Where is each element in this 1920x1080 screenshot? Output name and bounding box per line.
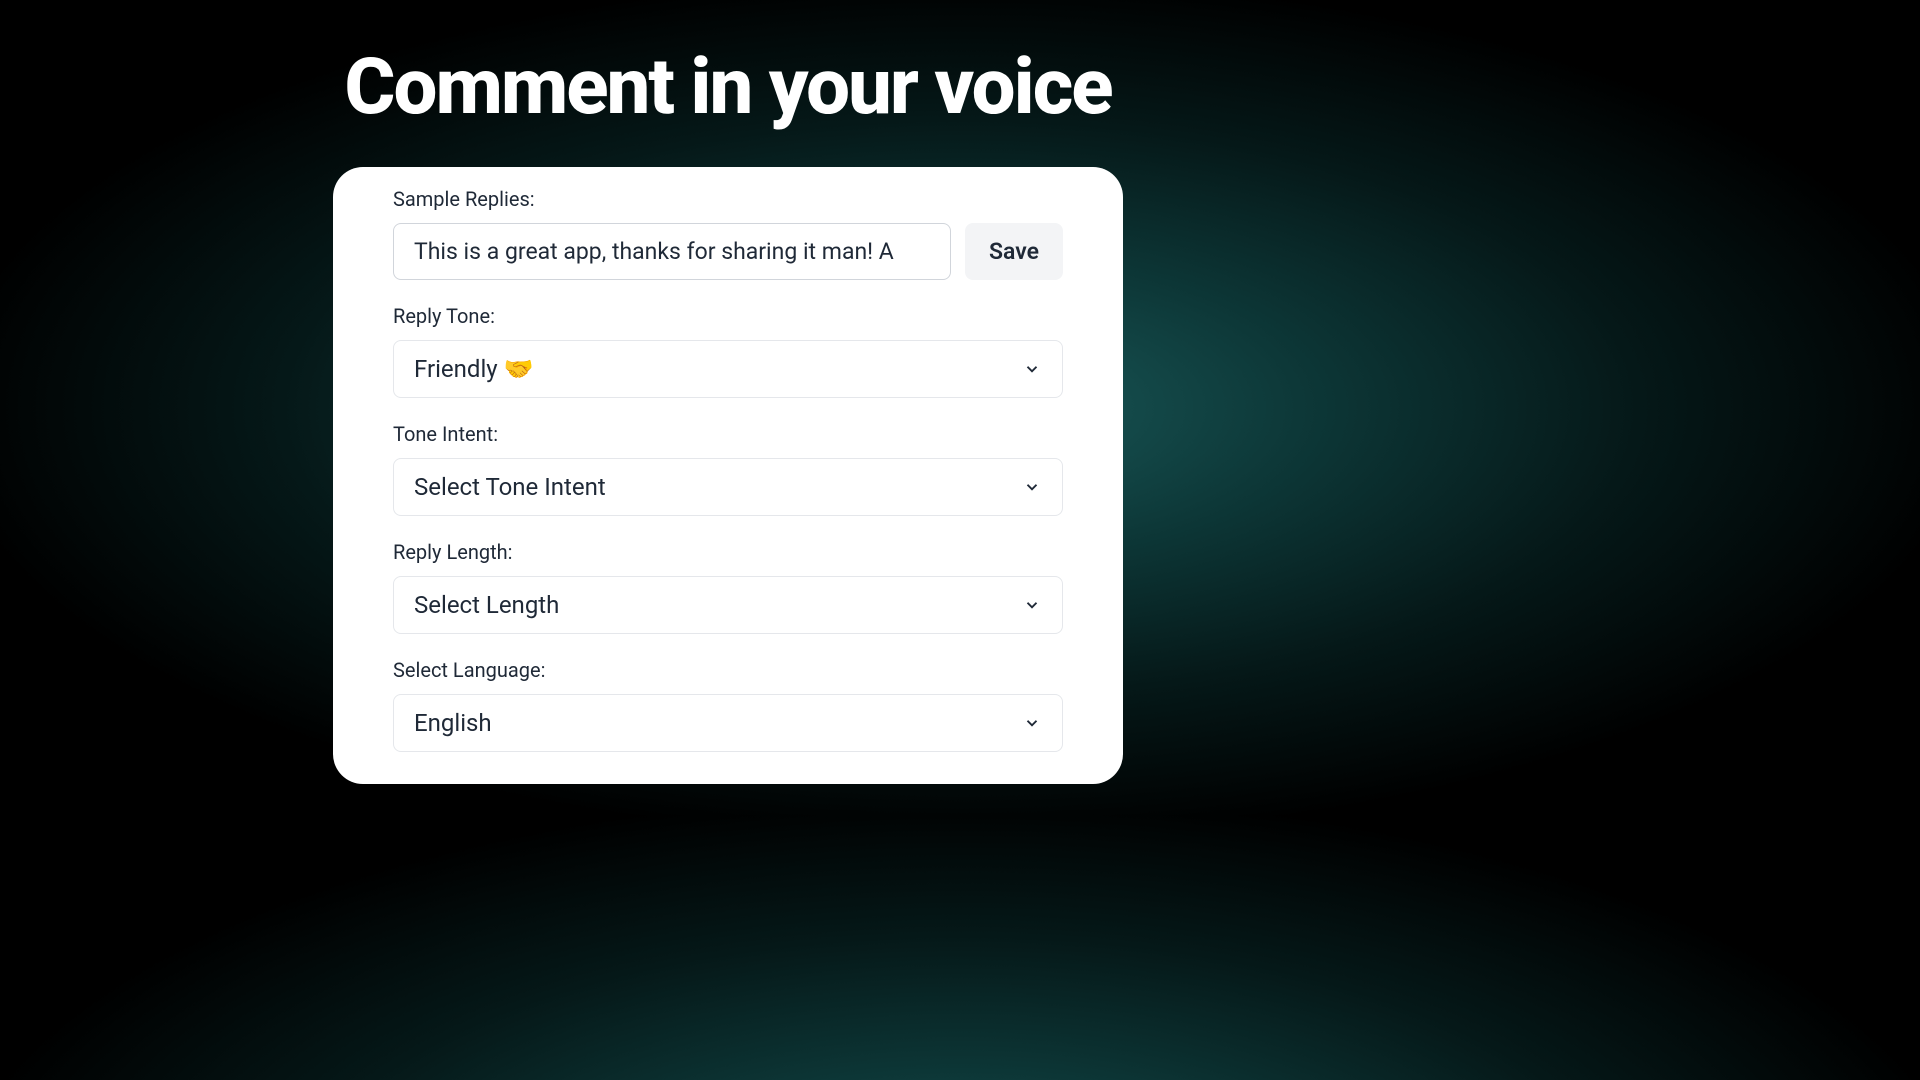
settings-card: Sample Replies: Save Reply Tone: Friendl… [333,167,1123,784]
reply-length-group: Reply Length: Select Length [393,540,1063,634]
chevron-down-icon [1022,359,1042,379]
sample-replies-label: Sample Replies: [393,187,1063,211]
chevron-down-icon [1022,477,1042,497]
reply-length-select[interactable]: Select Length [393,576,1063,634]
tone-intent-value: Select Tone Intent [414,473,606,501]
reply-tone-select[interactable]: Friendly 🤝 [393,340,1063,398]
tone-intent-group: Tone Intent: Select Tone Intent [393,422,1063,516]
select-language-select[interactable]: English [393,694,1063,752]
select-language-group: Select Language: English [393,658,1063,752]
chevron-down-icon [1022,595,1042,615]
reply-tone-label: Reply Tone: [393,304,1063,328]
tone-intent-select[interactable]: Select Tone Intent [393,458,1063,516]
select-language-value: English [414,709,492,737]
select-language-label: Select Language: [393,658,1063,682]
reply-length-label: Reply Length: [393,540,1063,564]
reply-tone-group: Reply Tone: Friendly 🤝 [393,304,1063,398]
sample-replies-input[interactable] [393,223,951,280]
chevron-down-icon [1022,713,1042,733]
tone-intent-label: Tone Intent: [393,422,1063,446]
reply-tone-value: Friendly 🤝 [414,355,533,383]
sample-replies-row: Save [393,223,1063,280]
save-button[interactable]: Save [965,223,1063,280]
page-title: Comment in your voice [0,0,1456,133]
reply-length-value: Select Length [414,591,559,619]
sample-replies-group: Sample Replies: Save [393,187,1063,280]
